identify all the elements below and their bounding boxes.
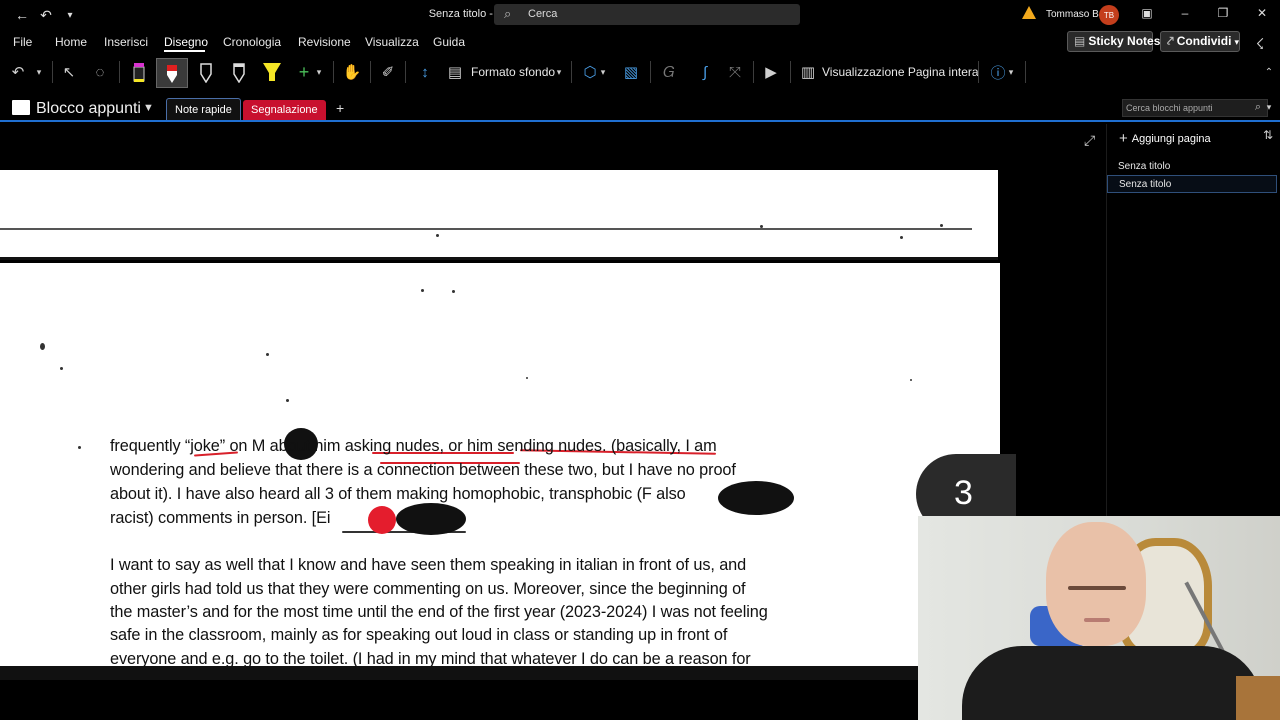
document-line: I want to say as well that I know and ha… <box>110 556 747 574</box>
replay-icon[interactable]: ▶ <box>761 61 781 83</box>
scan-line <box>0 228 972 230</box>
sticky-notes-icon: ▤ <box>1074 34 1086 48</box>
page-number: 3 <box>954 474 973 512</box>
notebook-bar: Blocco appunti ▼ Note rapide Segnalazion… <box>0 96 1280 122</box>
chevron-down-icon[interactable]: ▾ <box>1006 61 1016 83</box>
eraser-icon[interactable]: ✐ <box>379 61 397 83</box>
menu-insert[interactable]: Inserisci <box>104 35 148 49</box>
menu-draw[interactable]: Disegno <box>164 35 208 49</box>
sticky-notes-label: Sticky Notes <box>1088 34 1161 48</box>
notebook-icon <box>12 100 30 115</box>
share-icon: ⤤ <box>1167 34 1174 48</box>
chevron-down-icon: ▾ <box>1234 37 1239 47</box>
pen-white-icon[interactable] <box>197 61 215 83</box>
highlighter-icon[interactable] <box>260 61 284 83</box>
menu-review[interactable]: Revisione <box>298 35 351 49</box>
document-line: everyone and e.g. go to the toilet. (I h… <box>110 650 751 666</box>
share-button[interactable]: ⤤ Condividi ▾ <box>1160 31 1240 52</box>
hand-icon[interactable]: ✋ <box>343 61 362 83</box>
tab-segnalazione[interactable]: Segnalazione <box>243 100 326 120</box>
notebook-search-placeholder: Cerca blocchi appunti <box>1126 103 1213 113</box>
rotate-icon[interactable]: ⤧ <box>725 61 745 83</box>
close-button[interactable]: ✕ <box>1252 6 1272 24</box>
notebook-search-input[interactable]: Cerca blocchi appunti ⌕ <box>1122 99 1268 117</box>
full-page-view-label[interactable]: Visualizzazione Pagina intera <box>822 65 979 79</box>
document-line: the master’s and for the most time until… <box>110 603 768 621</box>
ink-to-text-icon[interactable]: 𝐺 <box>659 61 679 83</box>
share-label: Condividi <box>1176 34 1232 48</box>
user-name[interactable]: Tommaso B <box>1046 9 1099 20</box>
active-tab-indicator <box>164 50 205 52</box>
chevron-down-icon[interactable]: ▼ <box>143 102 154 114</box>
plus-icon: + <box>1119 130 1128 147</box>
add-page-button[interactable]: + Aggiungi pagina <box>1119 129 1211 147</box>
minimize-button[interactable]: – <box>1175 6 1195 24</box>
draw-toolbar: ↶ ▾ ↖ ◌ + ▾ ✋ ✐ ↕ ▤ Formato sfondo ▾ ⬡ ▾… <box>0 54 1280 90</box>
scanned-page-top <box>0 170 998 260</box>
shapes-icon[interactable]: ⬡ <box>580 61 600 83</box>
chevron-down-icon[interactable]: ▾ <box>34 61 44 83</box>
add-pen-icon[interactable]: + <box>295 61 313 83</box>
chevron-down-icon[interactable]: ▾ <box>598 61 608 83</box>
warning-icon[interactable] <box>1022 6 1036 19</box>
menu-help[interactable]: Guida <box>433 35 465 49</box>
search-input[interactable]: ⌕ Cerca <box>494 4 800 25</box>
ribbon-display-icon[interactable]: ▣ <box>1137 6 1157 24</box>
select-icon[interactable]: ↖ <box>61 61 77 83</box>
ink-to-shape-icon[interactable]: ▧ <box>621 61 641 83</box>
page-item[interactable]: Senza titolo <box>1107 158 1277 176</box>
redaction-mark <box>396 503 466 535</box>
document-line: other girls had told us that they were c… <box>110 580 746 598</box>
document-title: Senza titolo - OneNote <box>428 8 540 20</box>
add-section-button[interactable]: + <box>336 100 344 116</box>
menu-view[interactable]: Visualizza <box>365 35 419 49</box>
menu-history[interactable]: Cronologia <box>223 35 281 49</box>
ink-to-math-icon[interactable]: ∫ <box>695 61 715 83</box>
chevron-down-icon[interactable]: ▾ <box>554 61 564 83</box>
sort-icon[interactable]: ⇅ <box>1263 128 1273 142</box>
pen-black-icon[interactable] <box>130 61 148 83</box>
webcam-overlay <box>918 516 1280 720</box>
search-icon: ⌕ <box>1254 101 1261 113</box>
search-placeholder: Cerca <box>528 8 558 20</box>
page-item-selected[interactable]: Senza titolo <box>1107 175 1277 193</box>
notebook-title[interactable]: Blocco appunti <box>36 100 141 118</box>
document-line: wondering and believe that there is a co… <box>110 461 736 479</box>
help-icon[interactable]: ⓘ <box>988 61 1008 83</box>
pen-outline-icon[interactable] <box>230 61 248 83</box>
tab-note-rapide[interactable]: Note rapide <box>166 98 241 120</box>
background-format-icon[interactable]: ▤ <box>446 61 464 83</box>
background-format-label[interactable]: Formato sfondo <box>471 65 555 79</box>
chevron-down-icon[interactable]: ▾ <box>314 61 324 83</box>
undo-icon[interactable]: ↶ <box>10 61 26 83</box>
title-bar: ← ↶ ▾ Senza titolo - OneNote ⌕ Cerca Tom… <box>0 0 1280 30</box>
full-page-view-icon[interactable]: ▥ <box>799 61 817 83</box>
menu-home[interactable]: Home <box>55 35 87 49</box>
redaction-mark <box>718 481 794 515</box>
insert-space-icon[interactable]: ↕ <box>416 61 434 83</box>
collapse-ribbon-icon[interactable]: ⌃ <box>1262 61 1276 83</box>
document-line: frequently “joke” on M about him asking … <box>110 437 717 455</box>
pen-red-icon[interactable] <box>156 58 188 88</box>
document-line: racist) comments in person. [Ei <box>110 509 331 527</box>
add-page-label: Aggiungi pagina <box>1131 133 1211 145</box>
lasso-icon[interactable]: ◌ <box>90 61 110 83</box>
menu-file[interactable]: File <box>13 35 32 49</box>
laser-pointer <box>368 506 396 534</box>
chevron-down-icon[interactable]: ▾ <box>1264 100 1274 114</box>
document-line: safe in the classroom, mainly as for spe… <box>110 626 728 644</box>
restore-button[interactable]: ❐ <box>1213 6 1233 24</box>
document-line: about it). I have also heard all 3 of th… <box>110 485 686 503</box>
sticky-notes-button[interactable]: ▤ Sticky Notes <box>1067 31 1160 52</box>
feedback-icon[interactable]: ☇ <box>1250 33 1270 55</box>
canvas-bottom-strip <box>0 666 918 680</box>
expand-icon[interactable]: ⤢ <box>1084 132 1095 149</box>
search-icon: ⌕ <box>504 6 512 21</box>
avatar[interactable]: TB <box>1099 5 1119 25</box>
